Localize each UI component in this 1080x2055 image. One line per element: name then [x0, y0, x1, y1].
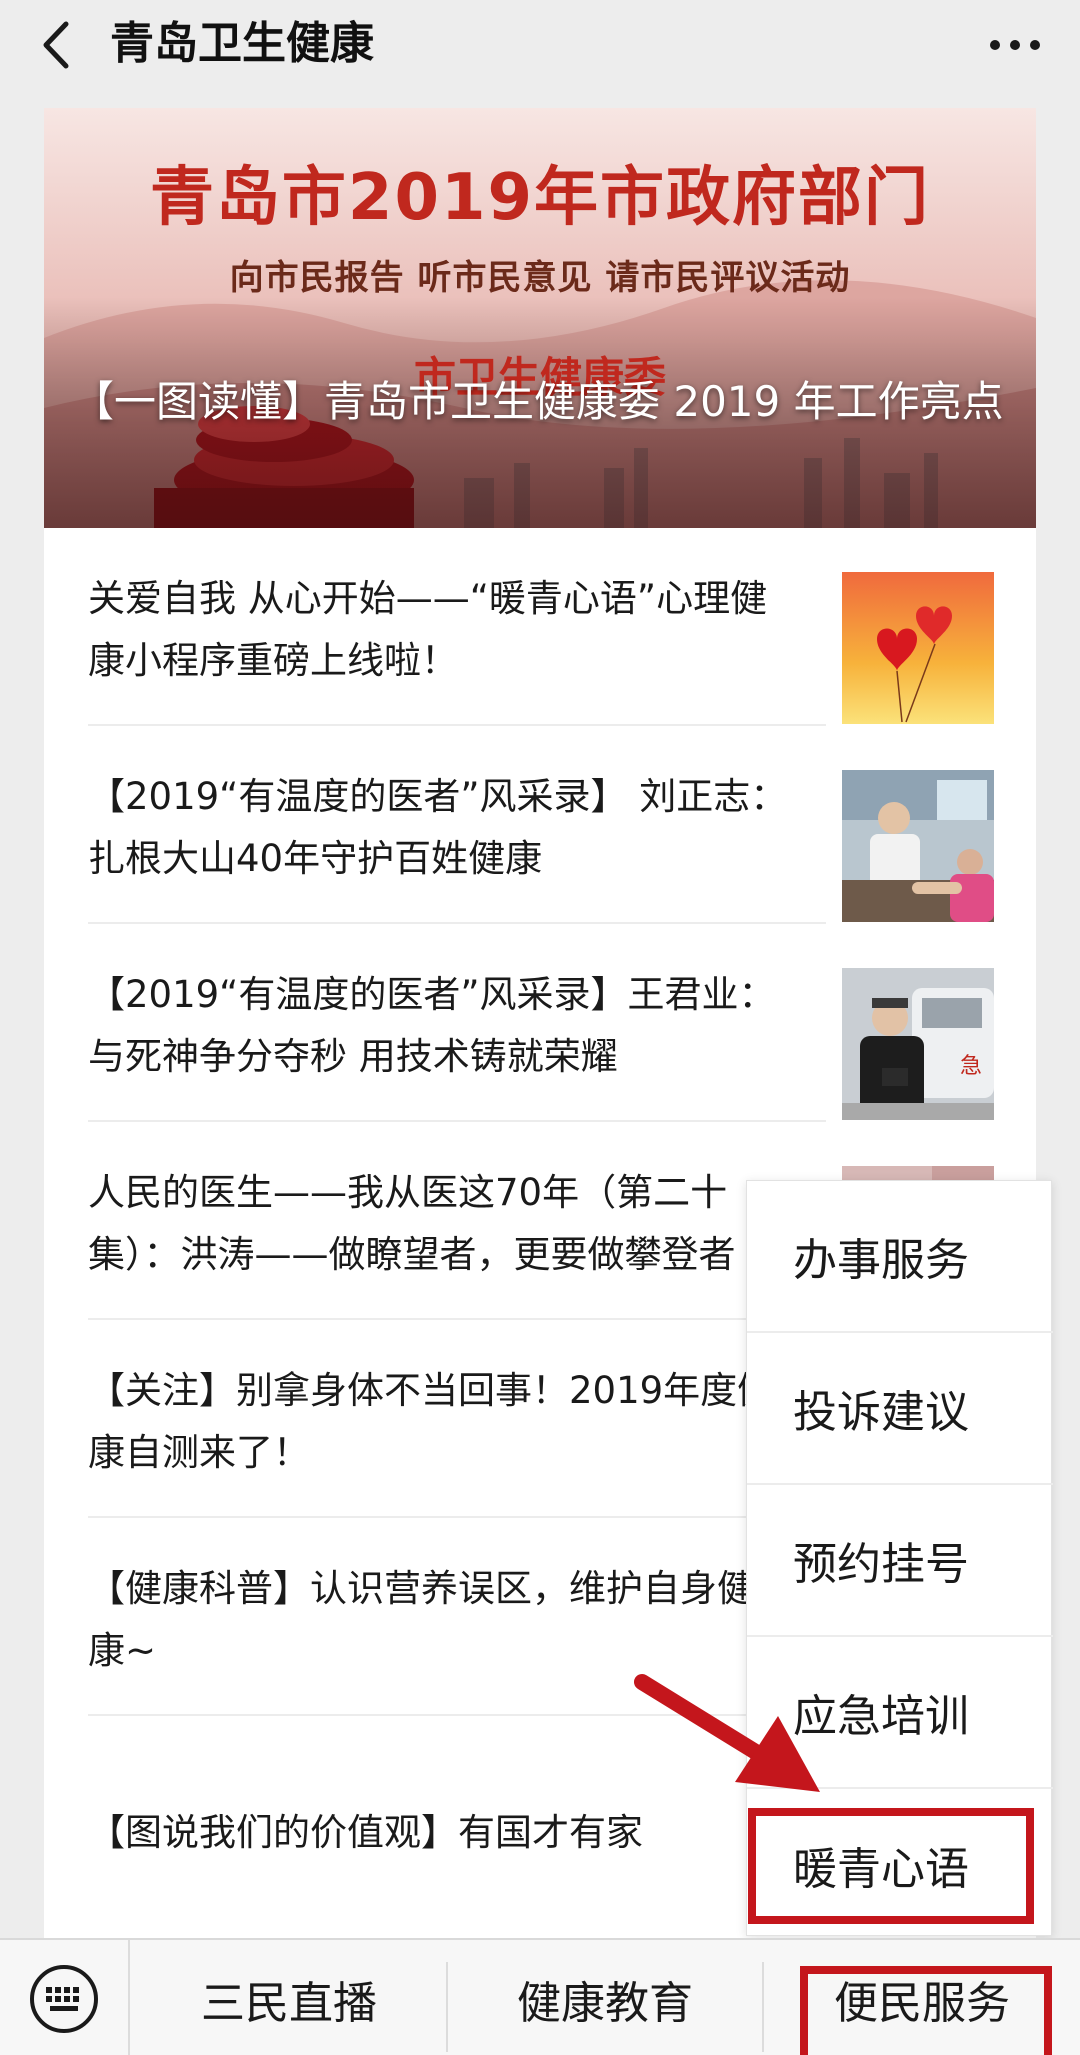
article-item[interactable]: 【2019“有温度的医者”风采录】王君业：与死神争分夺秒 用技术铸就荣耀 急 [44, 924, 1036, 1122]
menu-highlight-box [748, 1808, 1034, 1924]
article-title: 【2019“有温度的医者”风采录】王君业：与死神争分夺秒 用技术铸就荣耀 [88, 973, 776, 1078]
article-thumbnail [842, 572, 994, 724]
hearts-balloon-image [842, 572, 994, 724]
chevron-left-icon [43, 21, 69, 69]
doctor-ambulance-image: 急 [842, 968, 994, 1120]
tab-health-education[interactable]: 健康教育 [448, 1940, 762, 2055]
menu-item-emergency-training[interactable]: 应急培训 [747, 1637, 1053, 1789]
more-button[interactable] [980, 20, 1050, 70]
more-dots-icon [990, 40, 1040, 50]
banner-subheadline: 向市民报告 听市民意见 请市民评议活动 [229, 258, 851, 298]
banner-headline: 青岛市2019年市政府部门 [149, 161, 931, 235]
banner-article-title: 【一图读懂】青岛市卫生健康委 2019 年工作亮点 [72, 377, 1004, 426]
account-title: 青岛卫生健康 [110, 18, 374, 69]
article-title: 【关注】别拿身体不当回事！2019年度健康自测来了！ [88, 1369, 775, 1474]
keyboard-icon [30, 1964, 98, 2033]
article-item[interactable]: 关爱自我 从心开始——“暖青心语”心理健康小程序重磅上线啦！ [44, 528, 1036, 726]
tab-sanmin-live[interactable]: 三民直播 [132, 1940, 446, 2055]
article-thumbnail [842, 770, 994, 922]
article-item[interactable]: 【2019“有温度的医者”风采录】 刘正志：扎根大山40年守护百姓健康 [44, 726, 1036, 924]
keyboard-toggle-button[interactable] [0, 1940, 130, 2055]
back-button[interactable] [26, 12, 86, 78]
banner-article[interactable]: 青岛市2019年市政府部门 向市民报告 听市民意见 请市民评议活动 市卫生健康委… [44, 108, 1036, 528]
article-title: 关爱自我 从心开始——“暖青心语”心理健康小程序重磅上线啦！ [88, 577, 768, 682]
svg-text:急: 急 [960, 1054, 982, 1079]
tab-highlight-box [800, 1966, 1052, 2055]
doctor-patient-image [842, 770, 994, 922]
menu-item-appointment[interactable]: 预约挂号 [747, 1485, 1053, 1637]
menu-item-handle-affairs[interactable]: 办事服务 [747, 1181, 1053, 1333]
article-title: 【健康科普】认识营养误区，维护自身健康~ [88, 1567, 754, 1672]
article-title: 人民的医生——我从医这70年（第二十集）：洪涛——做瞭望者，更要做攀登者 [88, 1171, 736, 1276]
top-nav-bar: 青岛卫生健康 [0, 0, 1080, 90]
article-title: 【图说我们的价值观】有国才有家 [88, 1811, 643, 1854]
article-thumbnail: 急 [842, 968, 994, 1120]
menu-item-complaints[interactable]: 投诉建议 [747, 1333, 1053, 1485]
article-title: 【2019“有温度的医者”风采录】 刘正志：扎根大山40年守护百姓健康 [88, 775, 788, 880]
